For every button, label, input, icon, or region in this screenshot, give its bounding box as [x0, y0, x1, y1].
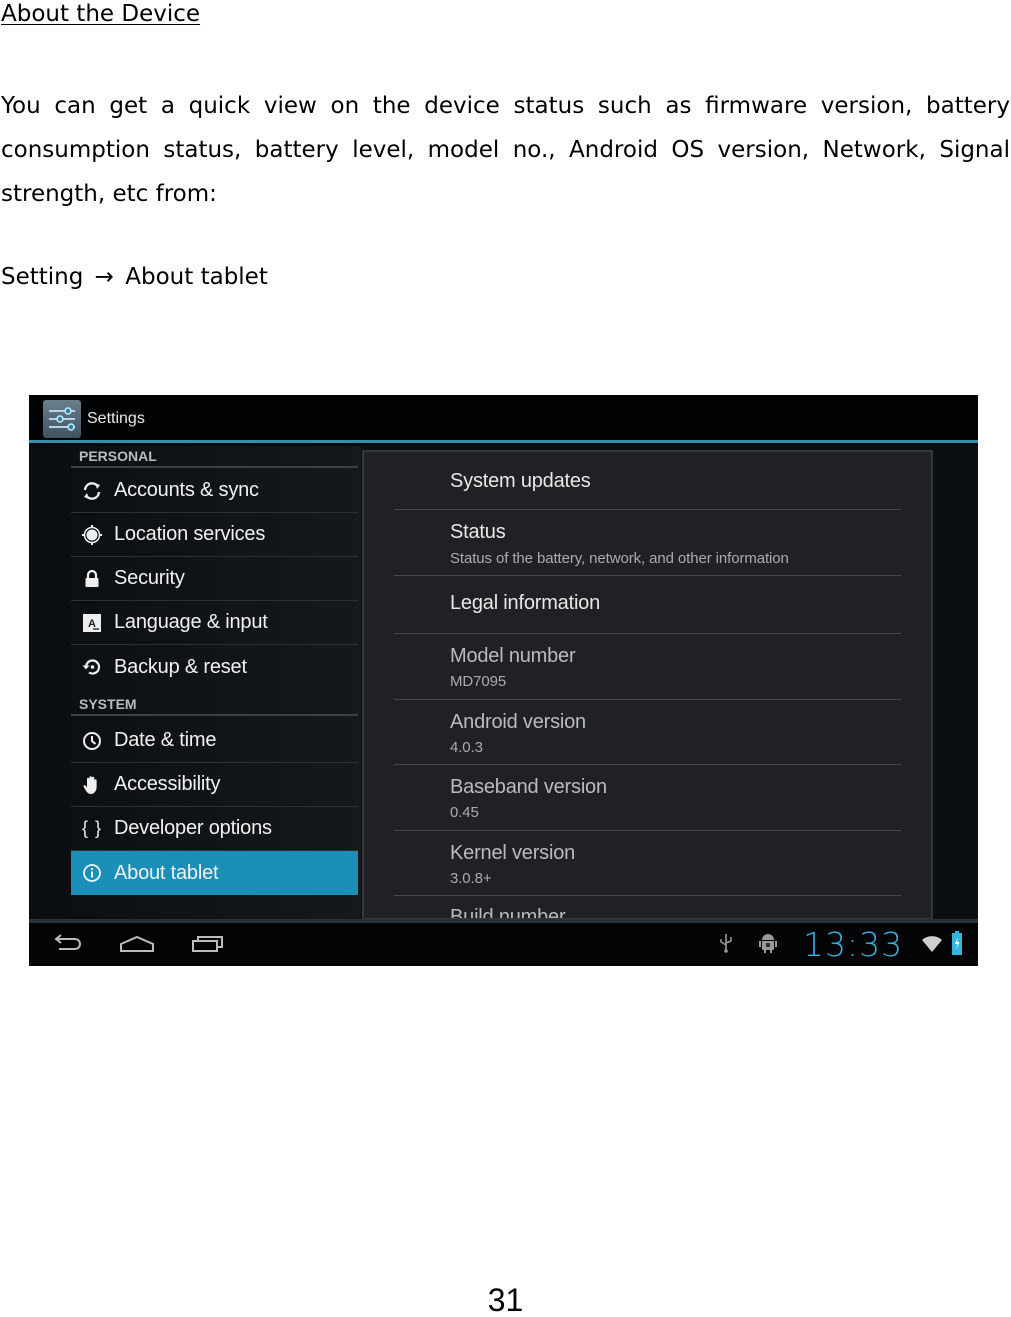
section-header-personal: PERSONAL	[71, 446, 358, 468]
detail-item-build-number[interactable]: Build number	[394, 896, 901, 920]
sidebar-item-label: Accessibility	[114, 773, 221, 795]
path-to: About tablet	[125, 264, 268, 290]
sidebar-item-label: Developer options	[114, 817, 272, 839]
system-bar: 13:33	[29, 923, 978, 966]
android-debug-icon	[759, 932, 777, 959]
app-title: Settings	[87, 410, 145, 427]
detail-item-android-version[interactable]: Android version 4.0.3	[394, 700, 901, 765]
detail-item-title: Kernel version	[450, 842, 576, 864]
detail-item-title: Status	[450, 521, 506, 543]
detail-item-subtitle: Status of the battery, network, and othe…	[450, 550, 789, 567]
detail-item-value: 4.0.3	[450, 739, 483, 756]
clock-icon	[71, 719, 113, 763]
arrow-right-icon: →	[94, 264, 114, 290]
detail-item-title: Build number	[450, 906, 566, 920]
back-button[interactable]	[47, 929, 87, 959]
sidebar-item-date-time[interactable]: Date & time	[71, 719, 358, 763]
keyboard-language-icon: A	[71, 601, 113, 645]
recent-apps-icon	[192, 936, 223, 952]
braces-glyph: { }	[81, 818, 103, 838]
about-tablet-panel: System updates Status Status of the batt…	[362, 450, 933, 920]
detail-item-model-number: Model number MD7095	[394, 634, 901, 700]
sidebar-item-accessibility[interactable]: Accessibility	[71, 763, 358, 807]
action-bar: Settings	[29, 395, 978, 443]
detail-item-kernel-version: Kernel version 3.0.8+	[394, 831, 901, 896]
detail-item-system-updates[interactable]: System updates	[394, 452, 901, 510]
sidebar-item-label: Location services	[114, 523, 266, 545]
home-icon	[120, 935, 154, 952]
braces-icon: { }	[71, 807, 113, 851]
hand-icon	[71, 763, 113, 807]
detail-item-value: 0.45	[450, 804, 479, 821]
sidebar-item-backup-reset[interactable]: Backup & reset	[71, 645, 358, 689]
usb-icon	[719, 932, 733, 959]
sync-icon	[71, 469, 113, 513]
location-icon	[71, 513, 113, 557]
detail-item-title: Legal information	[450, 592, 601, 614]
section-header-system: SYSTEM	[71, 694, 358, 716]
detail-item-value: 3.0.8+	[450, 870, 492, 887]
lock-icon	[71, 557, 113, 601]
battery-charging-icon	[952, 931, 962, 960]
paragraph-line: consumption status, battery level, model…	[1, 137, 1010, 163]
section-heading: About the Device	[1, 1, 201, 27]
backup-restore-icon	[71, 645, 113, 689]
sidebar-item-label: Date & time	[114, 729, 217, 751]
page-number: 31	[487, 1282, 524, 1317]
detail-item-title: Model number	[450, 645, 576, 667]
tablet-screenshot: Settings PERSONAL Accounts & sync Locati…	[29, 395, 978, 966]
paragraph-line: You can get a quick view on the device s…	[1, 93, 1010, 119]
sidebar-item-label: Security	[114, 567, 185, 589]
detail-item-legal-information[interactable]: Legal information	[394, 576, 901, 634]
wifi-icon	[922, 935, 942, 958]
detail-item-title: Baseband version	[450, 776, 607, 798]
sidebar-item-location-services[interactable]: Location services	[71, 513, 358, 557]
detail-item-value: MD7095	[450, 673, 507, 690]
detail-item-title: System updates	[450, 470, 591, 492]
recent-apps-button[interactable]	[189, 929, 229, 959]
detail-item-baseband-version: Baseband version 0.45	[394, 765, 901, 831]
sidebar-item-security[interactable]: Security	[71, 557, 358, 601]
sidebar-item-label: Language & input	[114, 611, 268, 633]
detail-item-title: Android version	[450, 711, 586, 733]
path-from: Setting	[1, 264, 84, 290]
sidebar-item-label: Accounts & sync	[114, 479, 259, 501]
sidebar-item-about-tablet[interactable]: About tablet	[71, 851, 358, 895]
sidebar-item-label: About tablet	[114, 861, 219, 884]
paragraph-line: strength, etc from:	[1, 181, 217, 207]
status-clock: 13:33	[803, 925, 904, 964]
info-icon	[71, 851, 113, 895]
settings-sliders-icon[interactable]	[43, 400, 81, 438]
sidebar-item-accounts-sync[interactable]: Accounts & sync	[71, 469, 358, 513]
sidebar-item-label: Backup & reset	[114, 655, 247, 678]
detail-item-status[interactable]: Status Status of the battery, network, a…	[394, 510, 901, 576]
settings-sidebar: PERSONAL Accounts & sync Location servic…	[29, 446, 361, 919]
home-button[interactable]	[117, 929, 157, 959]
sidebar-item-language-input[interactable]: A Language & input	[71, 601, 358, 645]
sidebar-item-developer-options[interactable]: { } Developer options	[71, 807, 358, 851]
navigation-path: Setting → About tablet	[1, 260, 268, 294]
intro-paragraph: You can get a quick view on the device s…	[1, 84, 1010, 216]
back-arrow-icon	[54, 934, 81, 950]
